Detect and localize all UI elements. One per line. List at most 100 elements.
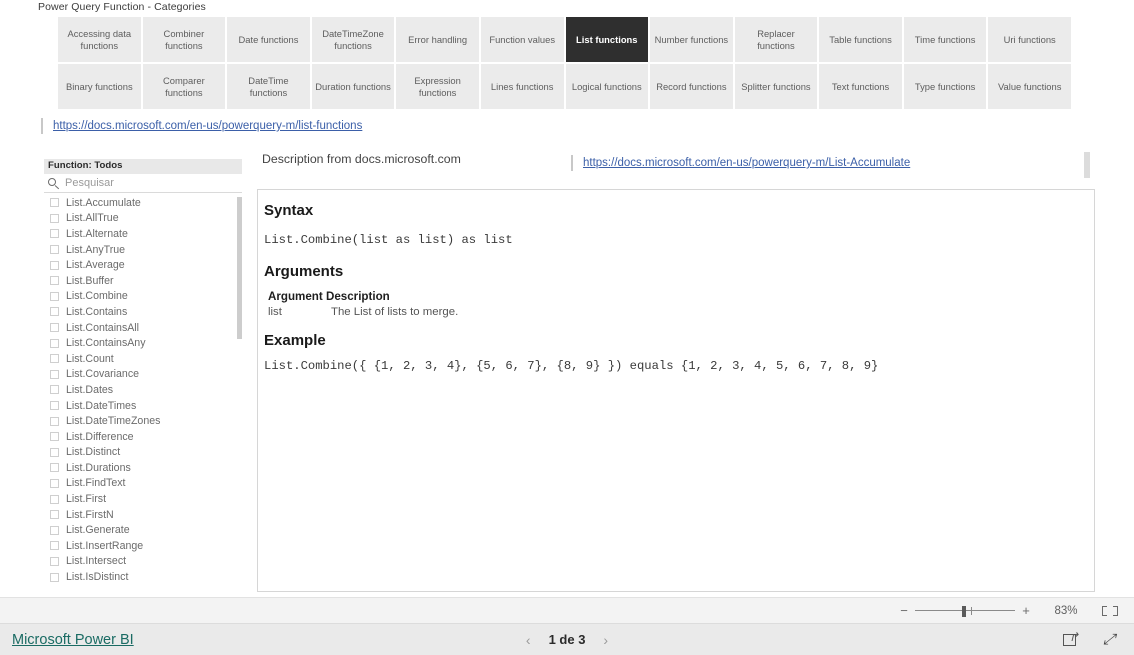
- checkbox-icon[interactable]: [50, 432, 59, 442]
- slicer-item[interactable]: List.FindText: [44, 476, 242, 492]
- slicer-item[interactable]: List.FirstN: [44, 507, 242, 523]
- syntax-code: List.Combine(list as list) as list: [264, 233, 513, 247]
- slicer-item[interactable]: List.ContainsAny: [44, 335, 242, 351]
- description-scrollbar-thumb[interactable]: [1084, 152, 1090, 178]
- slicer-item[interactable]: List.Alternate: [44, 226, 242, 242]
- category-tile[interactable]: Time functions: [903, 17, 987, 62]
- category-tile-grid[interactable]: Accessing data functions Combiner functio…: [58, 17, 1071, 109]
- slicer-item[interactable]: List.ContainsAll: [44, 320, 242, 336]
- slicer-item[interactable]: List.DateTimeZones: [44, 413, 242, 429]
- category-tile[interactable]: Function values: [480, 17, 564, 62]
- category-tile[interactable]: Combiner functions: [142, 17, 226, 62]
- slicer-item[interactable]: List.Combine: [44, 289, 242, 305]
- slicer-item[interactable]: List.Count: [44, 351, 242, 367]
- slicer-search-row[interactable]: Pesquisar: [44, 174, 242, 193]
- zoom-percent-label: 83%: [1054, 604, 1078, 617]
- category-tile[interactable]: List functions: [565, 17, 649, 62]
- category-tile[interactable]: Uri functions: [988, 17, 1071, 62]
- slicer-item-label: List.DateTimes: [66, 399, 137, 412]
- category-tile[interactable]: DateTime functions: [227, 64, 310, 109]
- slicer-item[interactable]: List.DateTimes: [44, 398, 242, 414]
- zoom-slider[interactable]: [915, 604, 1015, 618]
- slicer-item[interactable]: List.Difference: [44, 429, 242, 445]
- category-tile[interactable]: DateTimeZone functions: [311, 17, 395, 62]
- slicer-item[interactable]: List.InsertRange: [44, 538, 242, 554]
- checkbox-icon[interactable]: [50, 416, 59, 426]
- category-tile[interactable]: Number functions: [650, 17, 733, 62]
- checkbox-icon[interactable]: [50, 354, 59, 364]
- slicer-item[interactable]: List.Covariance: [44, 367, 242, 383]
- slicer-item[interactable]: List.Intersect: [44, 554, 242, 570]
- fullscreen-icon[interactable]: ⤢: [1102, 632, 1120, 648]
- checkbox-icon[interactable]: [50, 541, 59, 551]
- category-doc-link[interactable]: https://docs.microsoft.com/en-us/powerqu…: [53, 120, 362, 132]
- zoom-in-button[interactable]: +: [1018, 604, 1034, 617]
- checkbox-icon[interactable]: [50, 463, 59, 473]
- checkbox-icon[interactable]: [50, 338, 59, 348]
- previous-page-button[interactable]: ‹: [526, 632, 531, 648]
- power-bi-brand-link[interactable]: Microsoft Power BI: [12, 632, 134, 648]
- category-tile[interactable]: Value functions: [988, 64, 1071, 109]
- fit-to-page-icon[interactable]: [1100, 604, 1120, 618]
- function-doc-link[interactable]: https://docs.microsoft.com/en-us/powerqu…: [583, 157, 910, 169]
- category-tile[interactable]: Text functions: [819, 64, 902, 109]
- category-tile[interactable]: Date functions: [227, 17, 310, 62]
- slicer-item[interactable]: List.Generate: [44, 522, 242, 538]
- slicer-item[interactable]: List.First: [44, 491, 242, 507]
- category-tile[interactable]: Binary functions: [58, 64, 141, 109]
- slicer-item[interactable]: List.Average: [44, 257, 242, 273]
- category-tile[interactable]: Record functions: [650, 64, 733, 109]
- checkbox-icon[interactable]: [50, 478, 59, 488]
- checkbox-icon[interactable]: [50, 556, 59, 566]
- slicer-item-list[interactable]: List.Accumulate List.AllTrue List.Alternat…: [44, 193, 242, 591]
- checkbox-icon[interactable]: [50, 385, 59, 395]
- category-tile[interactable]: Expression functions: [396, 64, 479, 109]
- slicer-scrollbar-thumb[interactable]: [237, 197, 242, 339]
- checkbox-icon[interactable]: [50, 369, 59, 379]
- slicer-item[interactable]: List.Contains: [44, 304, 242, 320]
- zoom-out-button[interactable]: −: [896, 604, 912, 617]
- slicer-item[interactable]: List.Durations: [44, 460, 242, 476]
- checkbox-icon[interactable]: [50, 525, 59, 535]
- category-tile[interactable]: Lines functions: [480, 64, 564, 109]
- checkbox-icon[interactable]: [50, 307, 59, 317]
- zoom-slider-thumb[interactable]: [962, 605, 966, 617]
- slicer-item[interactable]: List.IsDistinct: [44, 569, 242, 585]
- checkbox-icon[interactable]: [50, 291, 59, 301]
- slicer-item[interactable]: List.Dates: [44, 382, 242, 398]
- checkbox-icon[interactable]: [50, 510, 59, 520]
- checkbox-icon[interactable]: [50, 213, 59, 223]
- checkbox-icon[interactable]: [50, 494, 59, 504]
- category-tile[interactable]: Accessing data functions: [58, 17, 141, 62]
- share-icon[interactable]: ↱: [1062, 631, 1080, 648]
- slicer-item-label: List.Intersect: [66, 555, 127, 568]
- category-tile[interactable]: Splitter functions: [734, 64, 818, 109]
- checkbox-icon[interactable]: [50, 401, 59, 411]
- checkbox-icon[interactable]: [50, 245, 59, 255]
- category-tile[interactable]: Logical functions: [565, 64, 649, 109]
- checkbox-icon[interactable]: [50, 198, 59, 208]
- slicer-item[interactable]: List.Distinct: [44, 445, 242, 461]
- category-tile[interactable]: Table functions: [819, 17, 902, 62]
- category-tile[interactable]: Comparer functions: [142, 64, 226, 109]
- checkbox-icon[interactable]: [50, 323, 59, 333]
- checkbox-icon[interactable]: [50, 447, 59, 457]
- checkbox-icon[interactable]: [50, 260, 59, 270]
- checkbox-icon[interactable]: [50, 229, 59, 239]
- checkbox-icon[interactable]: [50, 276, 59, 286]
- slicer-item[interactable]: List.Buffer: [44, 273, 242, 289]
- category-tile[interactable]: Error handling: [396, 17, 479, 62]
- slicer-item[interactable]: List.AnyTrue: [44, 242, 242, 258]
- function-slicer[interactable]: Function: Todos Pesquisar List.Accumulat…: [44, 159, 242, 595]
- checkbox-icon[interactable]: [50, 572, 59, 582]
- search-input[interactable]: Pesquisar: [65, 177, 114, 189]
- search-icon: [48, 177, 59, 189]
- slicer-item[interactable]: List.AllTrue: [44, 211, 242, 227]
- category-tile[interactable]: Duration functions: [311, 64, 395, 109]
- category-tile[interactable]: Type functions: [903, 64, 987, 109]
- argument-row: list The List of lists to merge.: [268, 306, 1080, 318]
- next-page-button[interactable]: ›: [603, 632, 608, 648]
- slicer-item[interactable]: List.Accumulate: [44, 195, 242, 211]
- category-tile[interactable]: Replacer functions: [734, 17, 818, 62]
- slicer-scrollbar[interactable]: [237, 193, 242, 591]
